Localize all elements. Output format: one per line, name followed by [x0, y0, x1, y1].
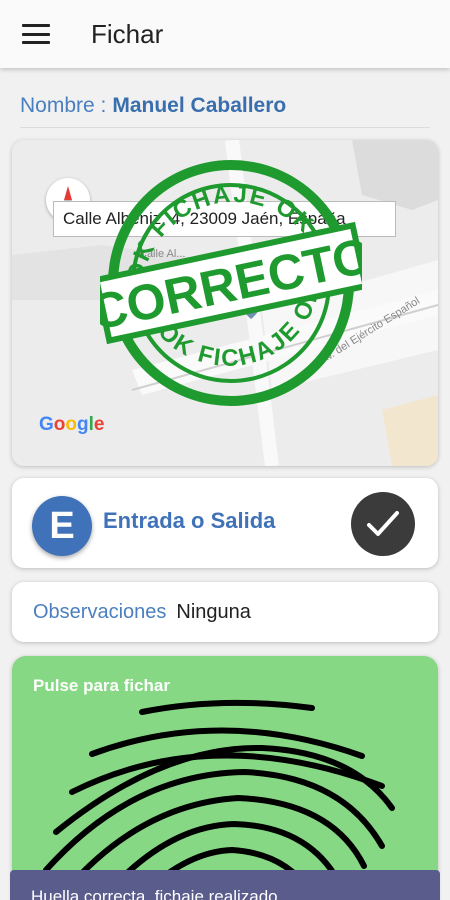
red-map-pin-icon	[210, 252, 240, 294]
entry-exit-card[interactable]: E Entrada o Salida	[12, 478, 438, 568]
entry-badge: E	[32, 496, 92, 556]
fingerprint-icon	[43, 699, 395, 900]
fingerprint-button[interactable]: Pulse para fichar	[12, 656, 438, 900]
google-logo: Google	[39, 414, 105, 435]
snackbar-message: Huella correcta, fichaje realizado	[10, 870, 440, 900]
map-business-label: AM System, S.L	[107, 306, 208, 322]
observations-label: Observaciones	[33, 600, 167, 623]
entry-exit-label: Entrada o Salida	[103, 508, 276, 533]
business-pin-icon	[241, 295, 261, 319]
user-name-row: Nombre : Manuel Caballero	[20, 84, 430, 128]
user-name-value: Manuel Caballero	[112, 93, 287, 117]
name-label: Nombre :	[20, 93, 107, 117]
app-bar: Fichar	[0, 0, 450, 68]
confirm-button[interactable]	[351, 492, 415, 556]
map-address-label: Calle Albéniz, 4, 23009 Jaén, España	[53, 201, 396, 237]
page-title: Fichar	[91, 18, 164, 49]
observations-field[interactable]: Observaciones Ninguna	[12, 582, 438, 642]
observations-value: Ninguna	[176, 600, 251, 623]
checkmark-icon	[367, 511, 399, 536]
hamburger-menu-icon[interactable]	[22, 24, 50, 44]
map-street-label: Calle Al...	[139, 248, 186, 260]
